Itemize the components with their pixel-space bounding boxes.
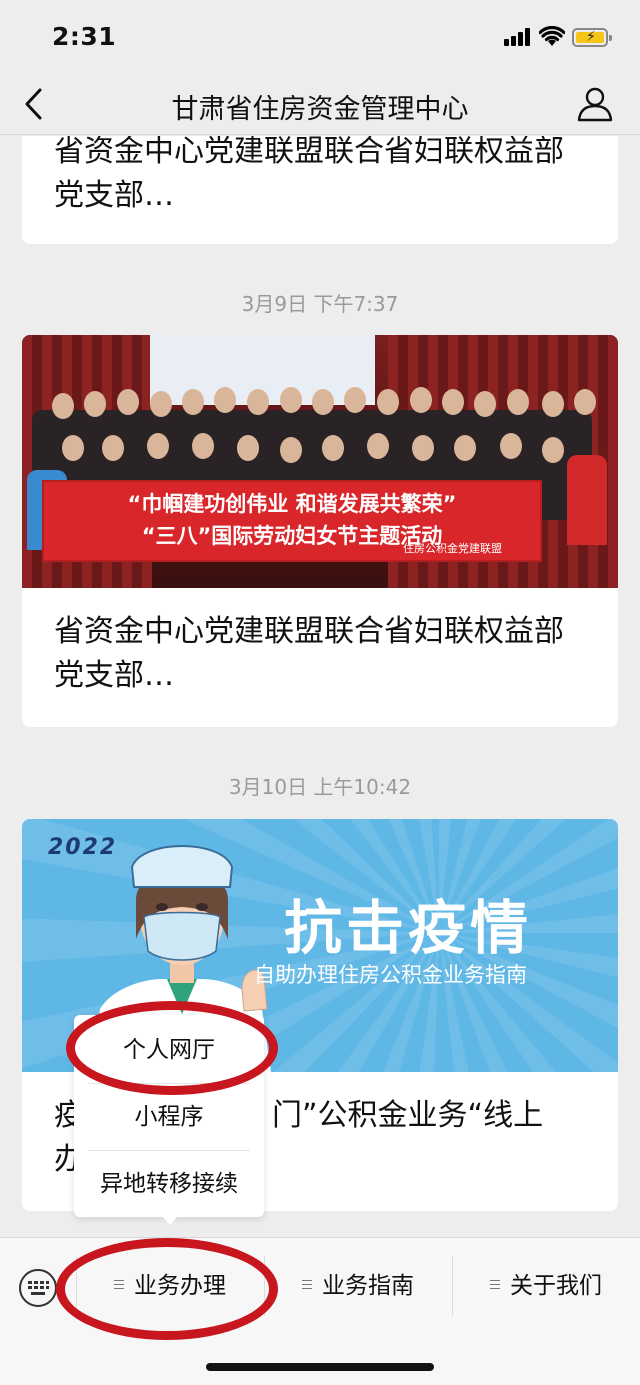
annotation-circle [66,1001,278,1095]
article-title-fragment: 门”公积金业务“线上 [272,1098,544,1133]
status-time: 2:31 [52,22,117,51]
article-cover-photo: “巾帼建功创伟业 和谐发展共繁荣” “三八”国际劳动妇女节主题活动 住房公积金党… [22,335,618,588]
article-card[interactable]: 省资金中心党建联盟联合省妇联权益部 党支部… [22,136,618,244]
menu-tab-label: 关于我们 [510,1273,602,1299]
event-banner: “巾帼建功创伟业 和谐发展共繁荣” “三八”国际劳动妇女节主题活动 住房公积金党… [42,480,542,562]
menu-list-icon [302,1277,312,1292]
article-title-line: 省资金中心党建联盟联合省妇联权益部 [54,136,564,169]
wifi-icon [539,26,565,46]
battery-icon: ⚡ [572,28,612,47]
article-title: 省资金中心党建联盟联合省妇联权益部 党支部… [22,588,618,698]
article-title-line: 省资金中心党建联盟联合省妇联权益部 [54,614,564,649]
banner-org: 住房公积金党建联盟 [403,542,502,555]
annotation-circle [56,1238,278,1340]
article-title-line: 党支部… [54,658,174,693]
article-card[interactable]: “巾帼建功创伟业 和谐发展共繁荣” “三八”国际劳动妇女节主题活动 住房公积金党… [22,335,618,727]
banner-text: “巾帼建功创伟业 和谐发展共繁荣” [127,492,457,516]
status-bar: 2:31 ⚡ [0,0,640,75]
timestamp: 3月9日 下午7:37 [241,292,399,316]
home-indicator [206,1363,434,1371]
timestamp: 3月10日 上午10:42 [228,775,412,799]
menu-tab-about[interactable]: 关于我们 [456,1250,636,1322]
cover-headline: 抗击疫情 [284,894,533,962]
article-title-line: 党支部… [54,178,174,213]
menu-tab-guide[interactable]: 业务指南 [268,1250,448,1322]
menu-tab-label: 业务指南 [322,1273,414,1299]
article-title: 省资金中心党建联盟联合省妇联权益部 党支部… [22,136,618,218]
page-title: 甘肃省住房资金管理中心 [171,94,469,125]
cellular-signal-icon [504,28,532,46]
menu-list-icon [490,1277,500,1292]
cover-subheadline: 自助办理住房公积金业务指南 [254,963,527,987]
nav-header: 甘肃省住房资金管理中心 [0,75,640,135]
submenu-item-transfer[interactable]: 异地转移接续 [84,1151,254,1217]
profile-icon[interactable] [576,85,614,123]
keyboard-icon[interactable] [18,1268,58,1308]
